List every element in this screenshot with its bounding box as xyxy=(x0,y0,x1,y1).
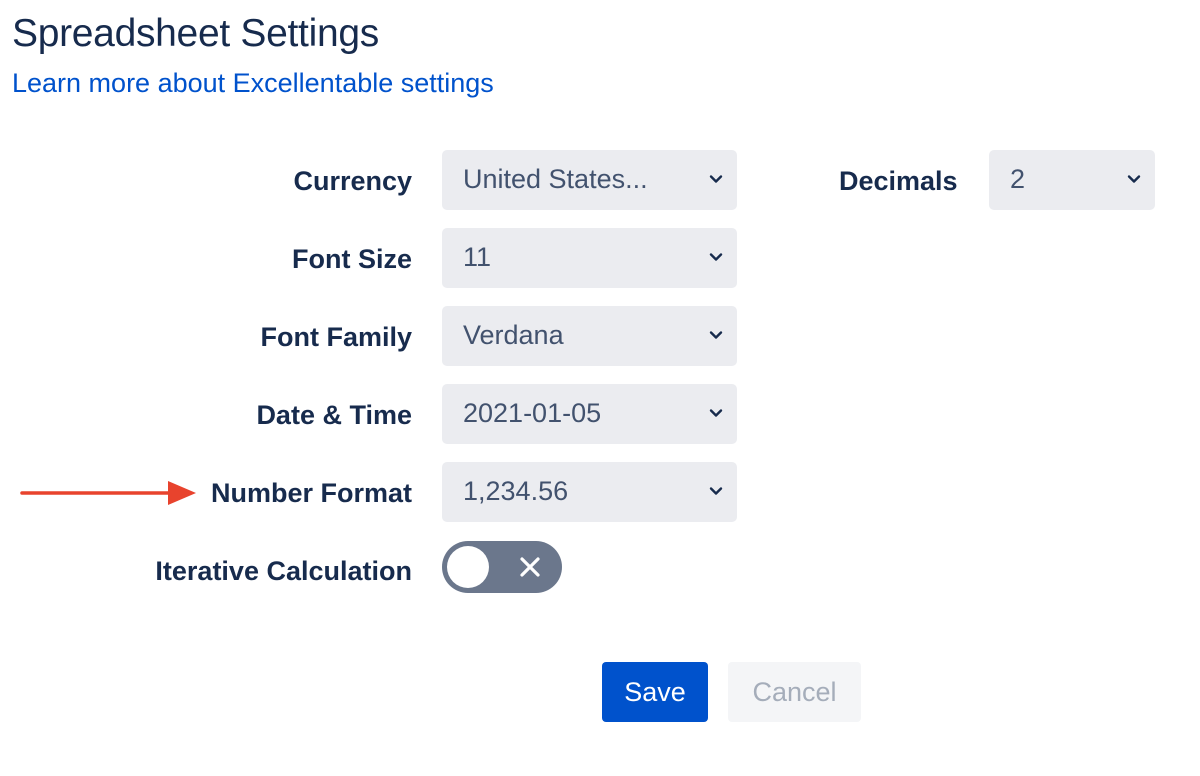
settings-page: Spreadsheet Settings Learn more about Ex… xyxy=(0,0,1200,776)
arrow-right-icon xyxy=(20,481,196,505)
decimals-label: Decimals xyxy=(839,166,958,196)
iterative-calculation-toggle[interactable] xyxy=(442,541,562,593)
chevron-down-icon xyxy=(1127,175,1141,183)
number-format-label: Number Format xyxy=(210,478,412,508)
cancel-button[interactable]: Cancel xyxy=(728,662,861,722)
date-time-select[interactable]: 2021-01-05 xyxy=(442,384,737,444)
number-format-value: 1,234.56 xyxy=(463,476,569,506)
close-icon xyxy=(520,557,540,577)
number-format-select[interactable]: 1,234.56 xyxy=(442,462,737,522)
toggle-knob xyxy=(447,546,489,588)
chevron-down-icon xyxy=(709,409,723,417)
chevron-down-icon xyxy=(709,487,723,495)
chevron-down-icon xyxy=(709,331,723,339)
save-button[interactable]: Save xyxy=(602,662,708,722)
decimals-value: 2 xyxy=(1010,164,1026,194)
font-size-select[interactable]: 11 xyxy=(442,228,737,288)
date-time-label: Date & Time xyxy=(256,400,412,430)
date-time-value: 2021-01-05 xyxy=(463,398,602,428)
font-size-value: 11 xyxy=(463,242,492,272)
font-family-select[interactable]: Verdana xyxy=(442,306,737,366)
chevron-down-icon xyxy=(709,175,723,183)
chevron-down-icon xyxy=(709,253,723,261)
learn-more-link[interactable]: Learn more about Excellentable settings xyxy=(12,66,494,100)
font-size-label: Font Size xyxy=(292,244,412,274)
decimals-select[interactable]: 2 xyxy=(989,150,1155,210)
iterative-calculation-label: Iterative Calculation xyxy=(155,556,412,586)
currency-select[interactable]: United States... xyxy=(442,150,737,210)
font-family-label: Font Family xyxy=(260,322,412,352)
page-title: Spreadsheet Settings xyxy=(12,12,379,55)
currency-value: United States... xyxy=(463,164,648,194)
font-family-value: Verdana xyxy=(463,320,564,350)
currency-label: Currency xyxy=(293,166,412,196)
